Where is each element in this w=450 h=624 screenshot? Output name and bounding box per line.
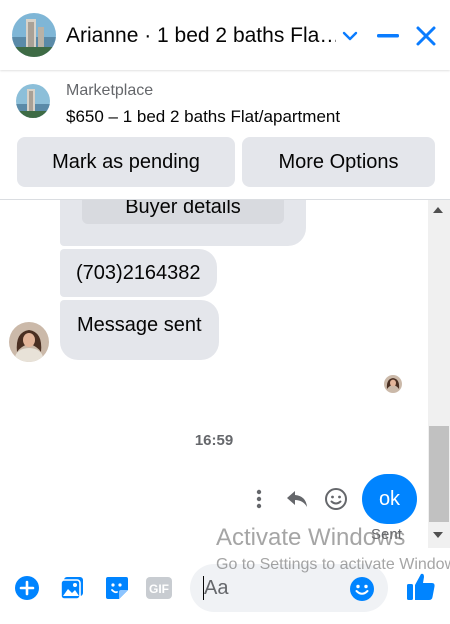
phone-message[interactable]: (703)2164382 xyxy=(60,249,217,297)
chat-scrollbar[interactable] xyxy=(428,200,450,548)
message-thread: Buyer details (703)2164382 Message sent … xyxy=(0,200,428,548)
seen-avatar xyxy=(384,375,402,393)
photo-icon[interactable] xyxy=(58,574,86,602)
more-options-button[interactable]: More Options xyxy=(242,137,435,187)
react-icon[interactable] xyxy=(323,486,349,512)
plus-icon[interactable] xyxy=(13,574,41,602)
watermark-subtitle: Go to Settings to activate Windows. xyxy=(216,556,450,573)
listing-title[interactable]: $650 – 1 bed 2 baths Flat/apartment xyxy=(66,107,340,127)
reply-icon[interactable] xyxy=(284,486,310,512)
gif-icon[interactable]: GIF xyxy=(145,574,173,602)
chat-header: Arianne · 1 bed 2 baths Fla… xyxy=(0,0,450,70)
emoji-icon[interactable] xyxy=(348,575,376,603)
text-caret xyxy=(203,576,204,600)
more-actions-icon[interactable] xyxy=(250,486,268,512)
outgoing-message-bubble[interactable]: ok xyxy=(362,474,417,524)
marketplace-listing[interactable]: Marketplace $650 – 1 bed 2 baths Flat/ap… xyxy=(0,70,450,132)
chevron-down-icon[interactable] xyxy=(338,24,362,48)
mark-as-pending-button[interactable]: Mark as pending xyxy=(17,137,235,187)
message-timestamp: 16:59 xyxy=(194,432,234,449)
listing-avatar[interactable] xyxy=(12,13,56,57)
minimize-icon[interactable] xyxy=(374,24,402,48)
activate-windows-watermark: Activate Windows Go to Settings to activ… xyxy=(216,524,450,574)
svg-text:GIF: GIF xyxy=(149,582,169,596)
watermark-title: Activate Windows xyxy=(216,524,406,551)
message-input[interactable] xyxy=(204,575,344,601)
message-sent-bubble[interactable]: Message sent xyxy=(60,300,219,360)
scroll-thumb[interactable] xyxy=(429,426,449,522)
contact-avatar[interactable] xyxy=(9,322,49,362)
buyer-details-card: Buyer details xyxy=(60,200,306,246)
scroll-up-arrow-icon[interactable] xyxy=(433,207,443,213)
sticker-icon[interactable] xyxy=(103,574,131,602)
conversation-title[interactable]: Arianne · 1 bed 2 baths Fla… xyxy=(66,24,336,48)
thumbs-up-icon[interactable] xyxy=(404,570,438,604)
buyer-details-button[interactable]: Buyer details xyxy=(82,200,284,224)
close-icon[interactable] xyxy=(412,22,440,50)
listing-thumbnail xyxy=(16,84,50,118)
listing-kicker: Marketplace xyxy=(66,82,154,99)
